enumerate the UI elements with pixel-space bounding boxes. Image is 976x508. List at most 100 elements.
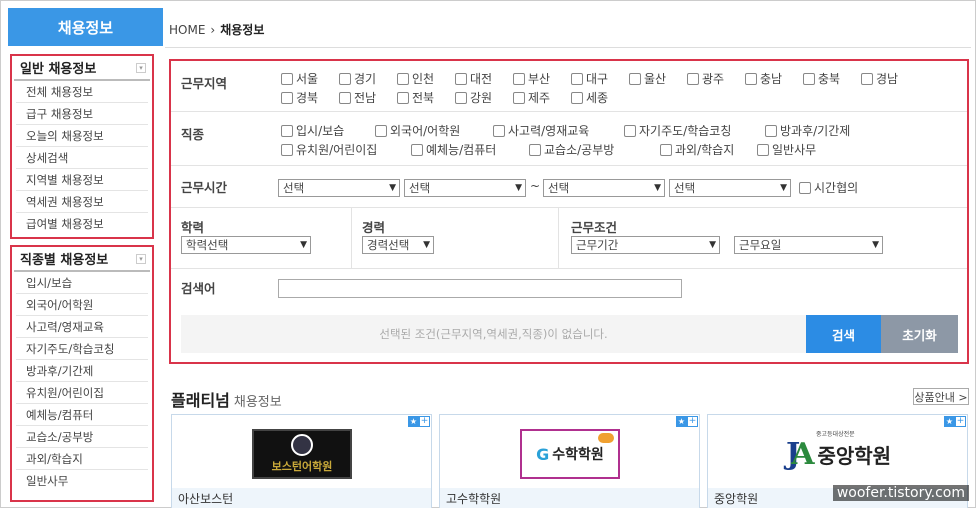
star-icon[interactable]: ★ — [408, 416, 419, 427]
platinum-card[interactable]: ★ + 보스턴어학원 아산보스턴 — [171, 414, 432, 508]
time-end-minute-select[interactable]: 선택 ▼ — [669, 179, 791, 197]
checkbox[interactable] — [513, 72, 525, 85]
star-icon[interactable]: ★ — [944, 416, 955, 427]
checkbox[interactable] — [397, 72, 409, 85]
region-checkbox[interactable]: 경기 — [339, 71, 397, 86]
job-checkbox[interactable]: 일반사무 — [757, 142, 847, 157]
checkbox[interactable] — [571, 91, 583, 104]
checkbox[interactable] — [281, 143, 293, 156]
region-checkbox[interactable]: 대전 — [455, 71, 513, 86]
sidebar-item[interactable]: 예체능/컴퓨터 — [16, 404, 148, 426]
job-checkbox[interactable]: 과외/학습지 — [660, 142, 757, 157]
time-start-hour-select[interactable]: 선택 ▼ — [278, 179, 400, 197]
checkbox[interactable] — [455, 91, 467, 104]
edu-select[interactable]: 학력선택 ▼ — [181, 236, 311, 254]
region-checkbox[interactable]: 충북 — [803, 71, 861, 86]
sidebar-item[interactable]: 방과후/기간제 — [16, 360, 148, 382]
plus-icon[interactable]: + — [955, 416, 966, 427]
sidebar-item[interactable]: 오늘의 채용정보 — [16, 125, 148, 147]
checkbox[interactable] — [281, 72, 293, 85]
job-checkbox[interactable]: 자기주도/학습코칭 — [624, 123, 765, 138]
sidebar-item[interactable]: 전체 채용정보 — [16, 81, 148, 103]
plus-icon[interactable]: + — [419, 416, 430, 427]
sidebar-item[interactable]: 입시/보습 — [16, 272, 148, 294]
checkbox[interactable] — [455, 72, 467, 85]
checkbox[interactable] — [803, 72, 815, 85]
keyword-input[interactable] — [278, 279, 682, 298]
region-checkbox[interactable]: 충남 — [745, 71, 803, 86]
sidebar-item[interactable]: 역세권 채용정보 — [16, 191, 148, 213]
platinum-card[interactable]: ★ + G 수학학원 고수학학원 — [439, 414, 700, 508]
time-negotiable-checkbox[interactable]: 시간협의 — [799, 180, 858, 195]
region-checkbox[interactable]: 부산 — [513, 71, 571, 86]
region-checkbox[interactable]: 전북 — [397, 90, 455, 105]
sidebar-item[interactable]: 유치원/어린이집 — [16, 382, 148, 404]
sidebar-group-general: 일반 채용정보 ▾ 전체 채용정보 급구 채용정보 오늘의 채용정보 상세검색 지역별 … — [10, 54, 154, 239]
checkbox[interactable] — [375, 124, 387, 137]
job-checkbox[interactable]: 사고력/영재교육 — [493, 123, 624, 138]
sidebar-item[interactable]: 지역별 채용정보 — [16, 169, 148, 191]
region-checkbox[interactable]: 세종 — [571, 90, 629, 105]
region-checkbox[interactable]: 인천 — [397, 71, 455, 86]
sidebar-item[interactable]: 일반사무 — [16, 470, 148, 492]
collapse-icon[interactable]: ▾ — [136, 62, 146, 73]
job-checkbox[interactable]: 교습소/공부방 — [529, 142, 660, 157]
sidebar-item[interactable]: 자기주도/학습코칭 — [16, 338, 148, 360]
sidebar-item[interactable]: 외국어/어학원 — [16, 294, 148, 316]
sidebar-item[interactable]: 급구 채용정보 — [16, 103, 148, 125]
region-checkbox[interactable]: 제주 — [513, 90, 571, 105]
checkbox[interactable] — [757, 143, 769, 156]
checkbox[interactable] — [411, 143, 423, 156]
region-checkbox[interactable]: 강원 — [455, 90, 513, 105]
region-checkbox[interactable]: 서울 — [281, 71, 339, 86]
time-end-hour-select[interactable]: 선택 ▼ — [543, 179, 665, 197]
region-checkbox[interactable]: 전남 — [339, 90, 397, 105]
collapse-icon[interactable]: ▾ — [136, 253, 146, 264]
region-checkbox[interactable]: 광주 — [687, 71, 745, 86]
region-checkbox[interactable]: 대구 — [571, 71, 629, 86]
career-select[interactable]: 경력선택 ▼ — [362, 236, 434, 254]
region-checkbox[interactable]: 울산 — [629, 71, 687, 86]
plus-icon[interactable]: + — [687, 416, 698, 427]
checkbox[interactable] — [660, 143, 672, 156]
checkbox[interactable] — [529, 143, 541, 156]
job-checkbox[interactable]: 외국어/어학원 — [375, 123, 493, 138]
region-checkbox[interactable]: 경남 — [861, 71, 919, 86]
job-checkbox[interactable]: 방과후/기간제 — [765, 123, 883, 138]
work-period-select[interactable]: 근무기간 ▼ — [571, 236, 720, 254]
sidebar-item[interactable]: 급여별 채용정보 — [16, 213, 148, 235]
checkbox[interactable] — [339, 72, 351, 85]
checkbox[interactable] — [493, 124, 505, 137]
breadcrumb-home[interactable]: HOME — [169, 23, 205, 37]
checkbox[interactable] — [281, 124, 293, 137]
checkbox[interactable] — [861, 72, 873, 85]
checkbox[interactable] — [629, 72, 641, 85]
sidebar-item[interactable]: 사고력/영재교육 — [16, 316, 148, 338]
product-info-button[interactable]: 상품안내 > — [913, 388, 969, 405]
sidebar-group-header[interactable]: 일반 채용정보 ▾ — [14, 56, 150, 81]
search-button[interactable]: 검색 — [806, 315, 881, 353]
checkbox[interactable] — [397, 91, 409, 104]
checkbox[interactable] — [624, 124, 636, 137]
job-checkbox[interactable]: 유치원/어린이집 — [281, 142, 411, 157]
star-icon[interactable]: ★ — [676, 416, 687, 427]
checkbox[interactable] — [687, 72, 699, 85]
job-checkbox[interactable]: 예체능/컴퓨터 — [411, 142, 529, 157]
checkbox[interactable] — [281, 91, 293, 104]
checkbox[interactable] — [765, 124, 777, 137]
checkbox[interactable] — [571, 72, 583, 85]
reset-button[interactable]: 초기화 — [881, 315, 958, 353]
work-days-select[interactable]: 근무요일 ▼ — [734, 236, 883, 254]
time-start-minute-select[interactable]: 선택 ▼ — [404, 179, 526, 197]
sidebar-item[interactable]: 교습소/공부방 — [16, 426, 148, 448]
chevron-down-icon: ▼ — [300, 240, 307, 250]
time-label: 근무시간 — [181, 180, 228, 195]
checkbox[interactable] — [513, 91, 525, 104]
sidebar-item[interactable]: 상세검색 — [16, 147, 148, 169]
region-checkbox[interactable]: 경북 — [281, 90, 339, 105]
checkbox[interactable] — [745, 72, 757, 85]
checkbox[interactable] — [339, 91, 351, 104]
job-checkbox[interactable]: 입시/보습 — [281, 123, 375, 138]
sidebar-group-header[interactable]: 직종별 채용정보 ▾ — [14, 247, 150, 272]
sidebar-item[interactable]: 과외/학습지 — [16, 448, 148, 470]
